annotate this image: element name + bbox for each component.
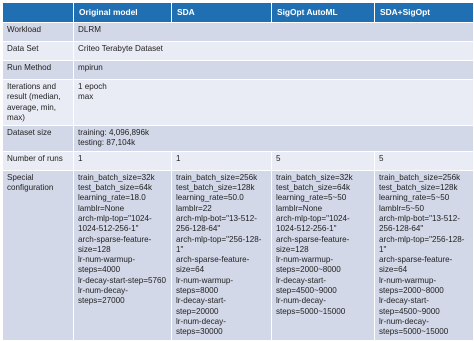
row-workload: Workload DLRM — [3, 23, 473, 41]
runs-original-model: 1 — [74, 151, 171, 170]
row-value-iterations: 1 epoch max — [74, 80, 473, 126]
runs-sda-sigopt: 5 — [375, 151, 473, 170]
row-label-iterations: Iterations and result (median, average, … — [3, 80, 73, 126]
header-corner — [3, 3, 73, 22]
row-value-run-method: mpirun — [74, 61, 473, 79]
row-label-special-configuration: Special configuration — [3, 170, 73, 340]
row-label-dataset: Data Set — [3, 42, 73, 60]
config-sigopt-automl: train_batch_size=32k test_batch_size=64k… — [272, 170, 374, 340]
config-original-model: train_batch_size=32k test_batch_size=64k… — [74, 170, 171, 340]
row-value-dataset-size: training: 4,096,896k testing: 87,104k — [74, 126, 473, 151]
row-label-workload: Workload — [3, 23, 73, 41]
row-label-number-of-runs: Number of runs — [3, 151, 73, 170]
config-sda: train_batch_size=256k test_batch_size=12… — [172, 170, 271, 340]
row-run-method: Run Method mpirun — [3, 61, 473, 79]
row-value-workload: DLRM — [74, 23, 473, 41]
config-sda-sigopt: train_batch_size=256k test_batch_size=12… — [375, 170, 473, 340]
runs-sda: 1 — [172, 151, 271, 170]
config-table: Original model SDA SigOpt AutoML SDA+Sig… — [2, 2, 474, 341]
header-row: Original model SDA SigOpt AutoML SDA+Sig… — [3, 3, 473, 22]
header-sda-sigopt: SDA+SigOpt — [375, 3, 473, 22]
header-sigopt-automl: SigOpt AutoML — [272, 3, 374, 22]
row-special-configuration: Special configuration train_batch_size=3… — [3, 170, 473, 340]
row-value-dataset: Criteo Terabyte Dataset — [74, 42, 473, 60]
row-label-dataset-size: Dataset size — [3, 126, 73, 151]
row-dataset-size: Dataset size training: 4,096,896k testin… — [3, 126, 473, 151]
runs-sigopt-automl: 5 — [272, 151, 374, 170]
row-dataset: Data Set Criteo Terabyte Dataset — [3, 42, 473, 60]
header-original-model: Original model — [74, 3, 171, 22]
row-number-of-runs: Number of runs 1 1 5 5 — [3, 151, 473, 170]
row-iterations: Iterations and result (median, average, … — [3, 80, 473, 126]
header-sda: SDA — [172, 3, 271, 22]
row-label-run-method: Run Method — [3, 61, 73, 79]
